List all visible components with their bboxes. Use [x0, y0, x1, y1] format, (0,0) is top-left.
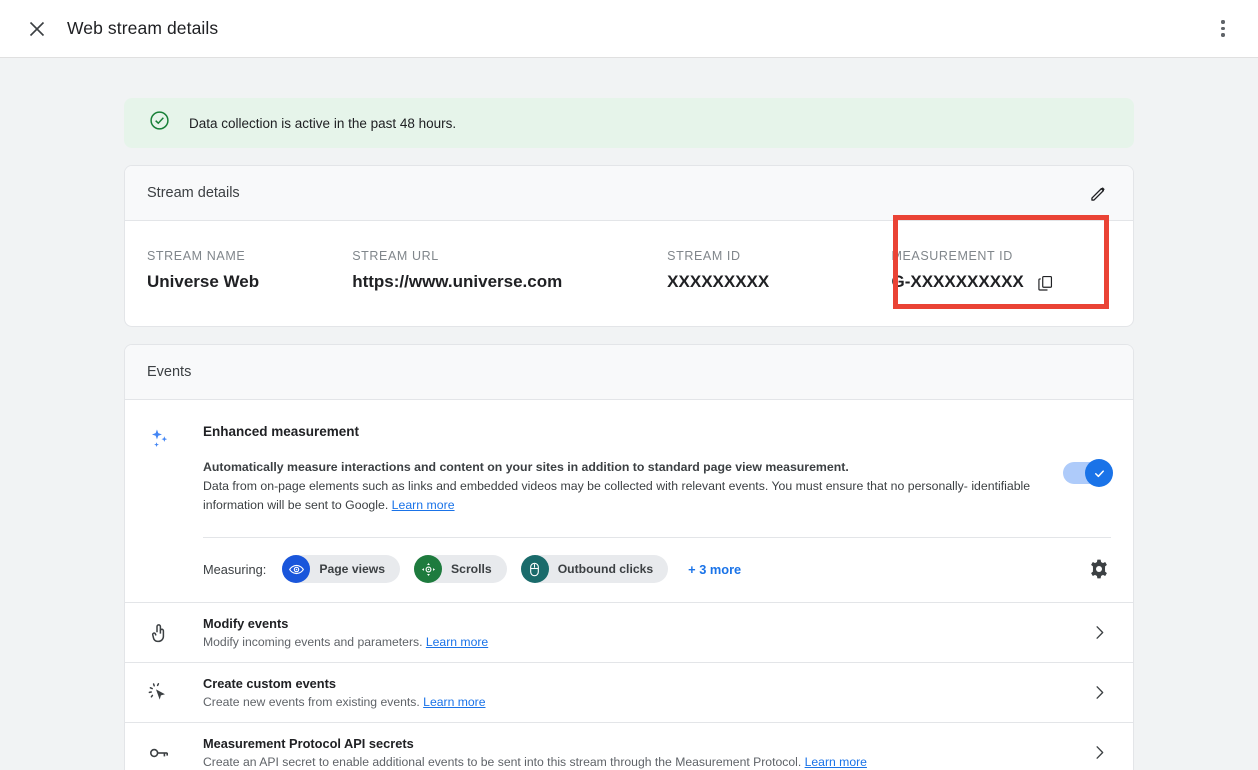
row-subtitle-text: Create new events from existing events. — [203, 695, 420, 710]
row-create-custom-events[interactable]: Create custom events Create new events f… — [125, 662, 1133, 722]
field-value: Universe Web — [147, 272, 260, 291]
toggle-knob — [1085, 459, 1113, 487]
scroll-target-icon — [414, 555, 443, 584]
check-circle-icon — [149, 110, 170, 136]
enhanced-measurement-section: Enhanced measurement Automatically measu… — [125, 400, 1133, 515]
measuring-label: Measuring: — [203, 561, 267, 577]
sparkle-icon — [147, 424, 203, 515]
chip-page-views[interactable]: Page views — [282, 555, 401, 584]
learn-more-link[interactable]: Learn more — [423, 695, 485, 709]
chip-label: Outbound clicks — [557, 562, 654, 577]
banner-text: Data collection is active in the past 48… — [189, 115, 457, 131]
field-label: STREAM NAME — [147, 249, 246, 263]
field-label: STREAM ID — [667, 249, 741, 263]
pencil-edit-icon[interactable] — [1088, 183, 1109, 204]
data-collection-banner: Data collection is active in the past 48… — [124, 98, 1134, 148]
field-label: MEASUREMENT ID — [891, 249, 1013, 263]
stream-details-title: Stream details — [147, 185, 240, 201]
chevron-right-icon[interactable] — [1076, 623, 1109, 642]
row-subtitle: Create new events from existing events. … — [203, 695, 1076, 709]
field-stream-url: STREAM URL https://www.universe.com — [352, 249, 667, 292]
field-value: XXXXXXXXX — [667, 272, 770, 291]
learn-more-link[interactable]: Learn more — [392, 498, 455, 512]
field-value-row: G-XXXXXXXXXX — [891, 272, 1111, 292]
row-title: Modify events — [203, 616, 289, 632]
chip-label: Page views — [319, 562, 386, 577]
enhanced-measurement-toggle[interactable] — [1063, 459, 1113, 487]
row-modify-events[interactable]: Modify events Modify incoming events and… — [125, 602, 1133, 662]
row-title: Measurement Protocol API secrets — [203, 736, 414, 752]
enhanced-measurement-text: Enhanced measurement Automatically measu… — [203, 424, 1049, 515]
mouse-icon — [520, 555, 549, 584]
tap-hand-icon — [147, 621, 203, 645]
row-text: Measurement Protocol API secrets Create … — [203, 736, 1076, 769]
eye-icon — [282, 555, 311, 584]
field-label: STREAM URL — [352, 249, 439, 263]
page-title: Web stream details — [67, 18, 219, 38]
close-icon[interactable] — [24, 16, 50, 42]
more-chips-link[interactable]: + 3 more — [688, 562, 741, 577]
measuring-row: Measuring: Page views Scrolls Outbound c… — [125, 538, 1133, 602]
chip-outbound-clicks[interactable]: Outbound clicks — [520, 555, 669, 584]
learn-more-link[interactable]: Learn more — [426, 635, 488, 649]
key-icon — [147, 741, 203, 765]
row-title: Create custom events — [203, 676, 336, 692]
page-body: Data collection is active in the past 48… — [0, 58, 1258, 770]
chevron-right-icon[interactable] — [1076, 743, 1109, 762]
chevron-right-icon[interactable] — [1076, 683, 1109, 702]
events-title: Events — [147, 364, 192, 380]
enhanced-measurement-desc: Data from on-page elements such as links… — [203, 477, 1033, 515]
field-stream-name: STREAM NAME Universe Web — [147, 249, 352, 292]
row-text: Create custom events Create new events f… — [203, 676, 1076, 709]
desc-line-1: Data from on-page elements such as links… — [203, 479, 968, 494]
row-subtitle: Modify incoming events and parameters. L… — [203, 635, 1076, 649]
stream-details-fields: STREAM NAME Universe Web STREAM URL http… — [125, 215, 1133, 326]
row-subtitle: Create an API secret to enable additiona… — [203, 755, 1076, 769]
gear-icon[interactable] — [1087, 557, 1111, 581]
events-header: Events — [125, 345, 1133, 400]
chip-label: Scrolls — [451, 562, 492, 577]
enhanced-measurement-toggle-cell — [1049, 424, 1113, 515]
cursor-click-icon — [147, 681, 203, 705]
field-stream-id: STREAM ID XXXXXXXXX — [667, 249, 891, 292]
enhanced-measurement-desc-strong: Automatically measure interactions and c… — [203, 460, 849, 474]
field-measurement-id: MEASUREMENT ID G-XXXXXXXXXX — [891, 249, 1111, 292]
content-wrapper: Data collection is active in the past 48… — [124, 98, 1134, 770]
top-bar: Web stream details — [0, 0, 1258, 58]
row-subtitle-text: Create an API secret to enable additiona… — [203, 755, 802, 770]
copy-icon[interactable] — [1036, 273, 1055, 292]
enhanced-measurement-title: Enhanced measurement — [203, 424, 360, 439]
stream-details-card: Stream details STREAM NAME Universe Web … — [124, 165, 1134, 327]
events-card: Events Enhanced measurement Automaticall… — [124, 344, 1134, 770]
chip-scrolls[interactable]: Scrolls — [414, 555, 507, 584]
row-subtitle-text: Modify incoming events and parameters. — [203, 635, 423, 650]
more-vert-icon[interactable] — [1210, 16, 1236, 42]
row-text: Modify events Modify incoming events and… — [203, 616, 1076, 649]
learn-more-link[interactable]: Learn more — [805, 755, 867, 769]
measurement-id-value: G-XXXXXXXXXX — [891, 272, 1024, 291]
row-measurement-protocol-api-secrets[interactable]: Measurement Protocol API secrets Create … — [125, 722, 1133, 770]
field-value: https://www.universe.com — [352, 272, 563, 291]
stream-details-header: Stream details — [125, 166, 1133, 221]
